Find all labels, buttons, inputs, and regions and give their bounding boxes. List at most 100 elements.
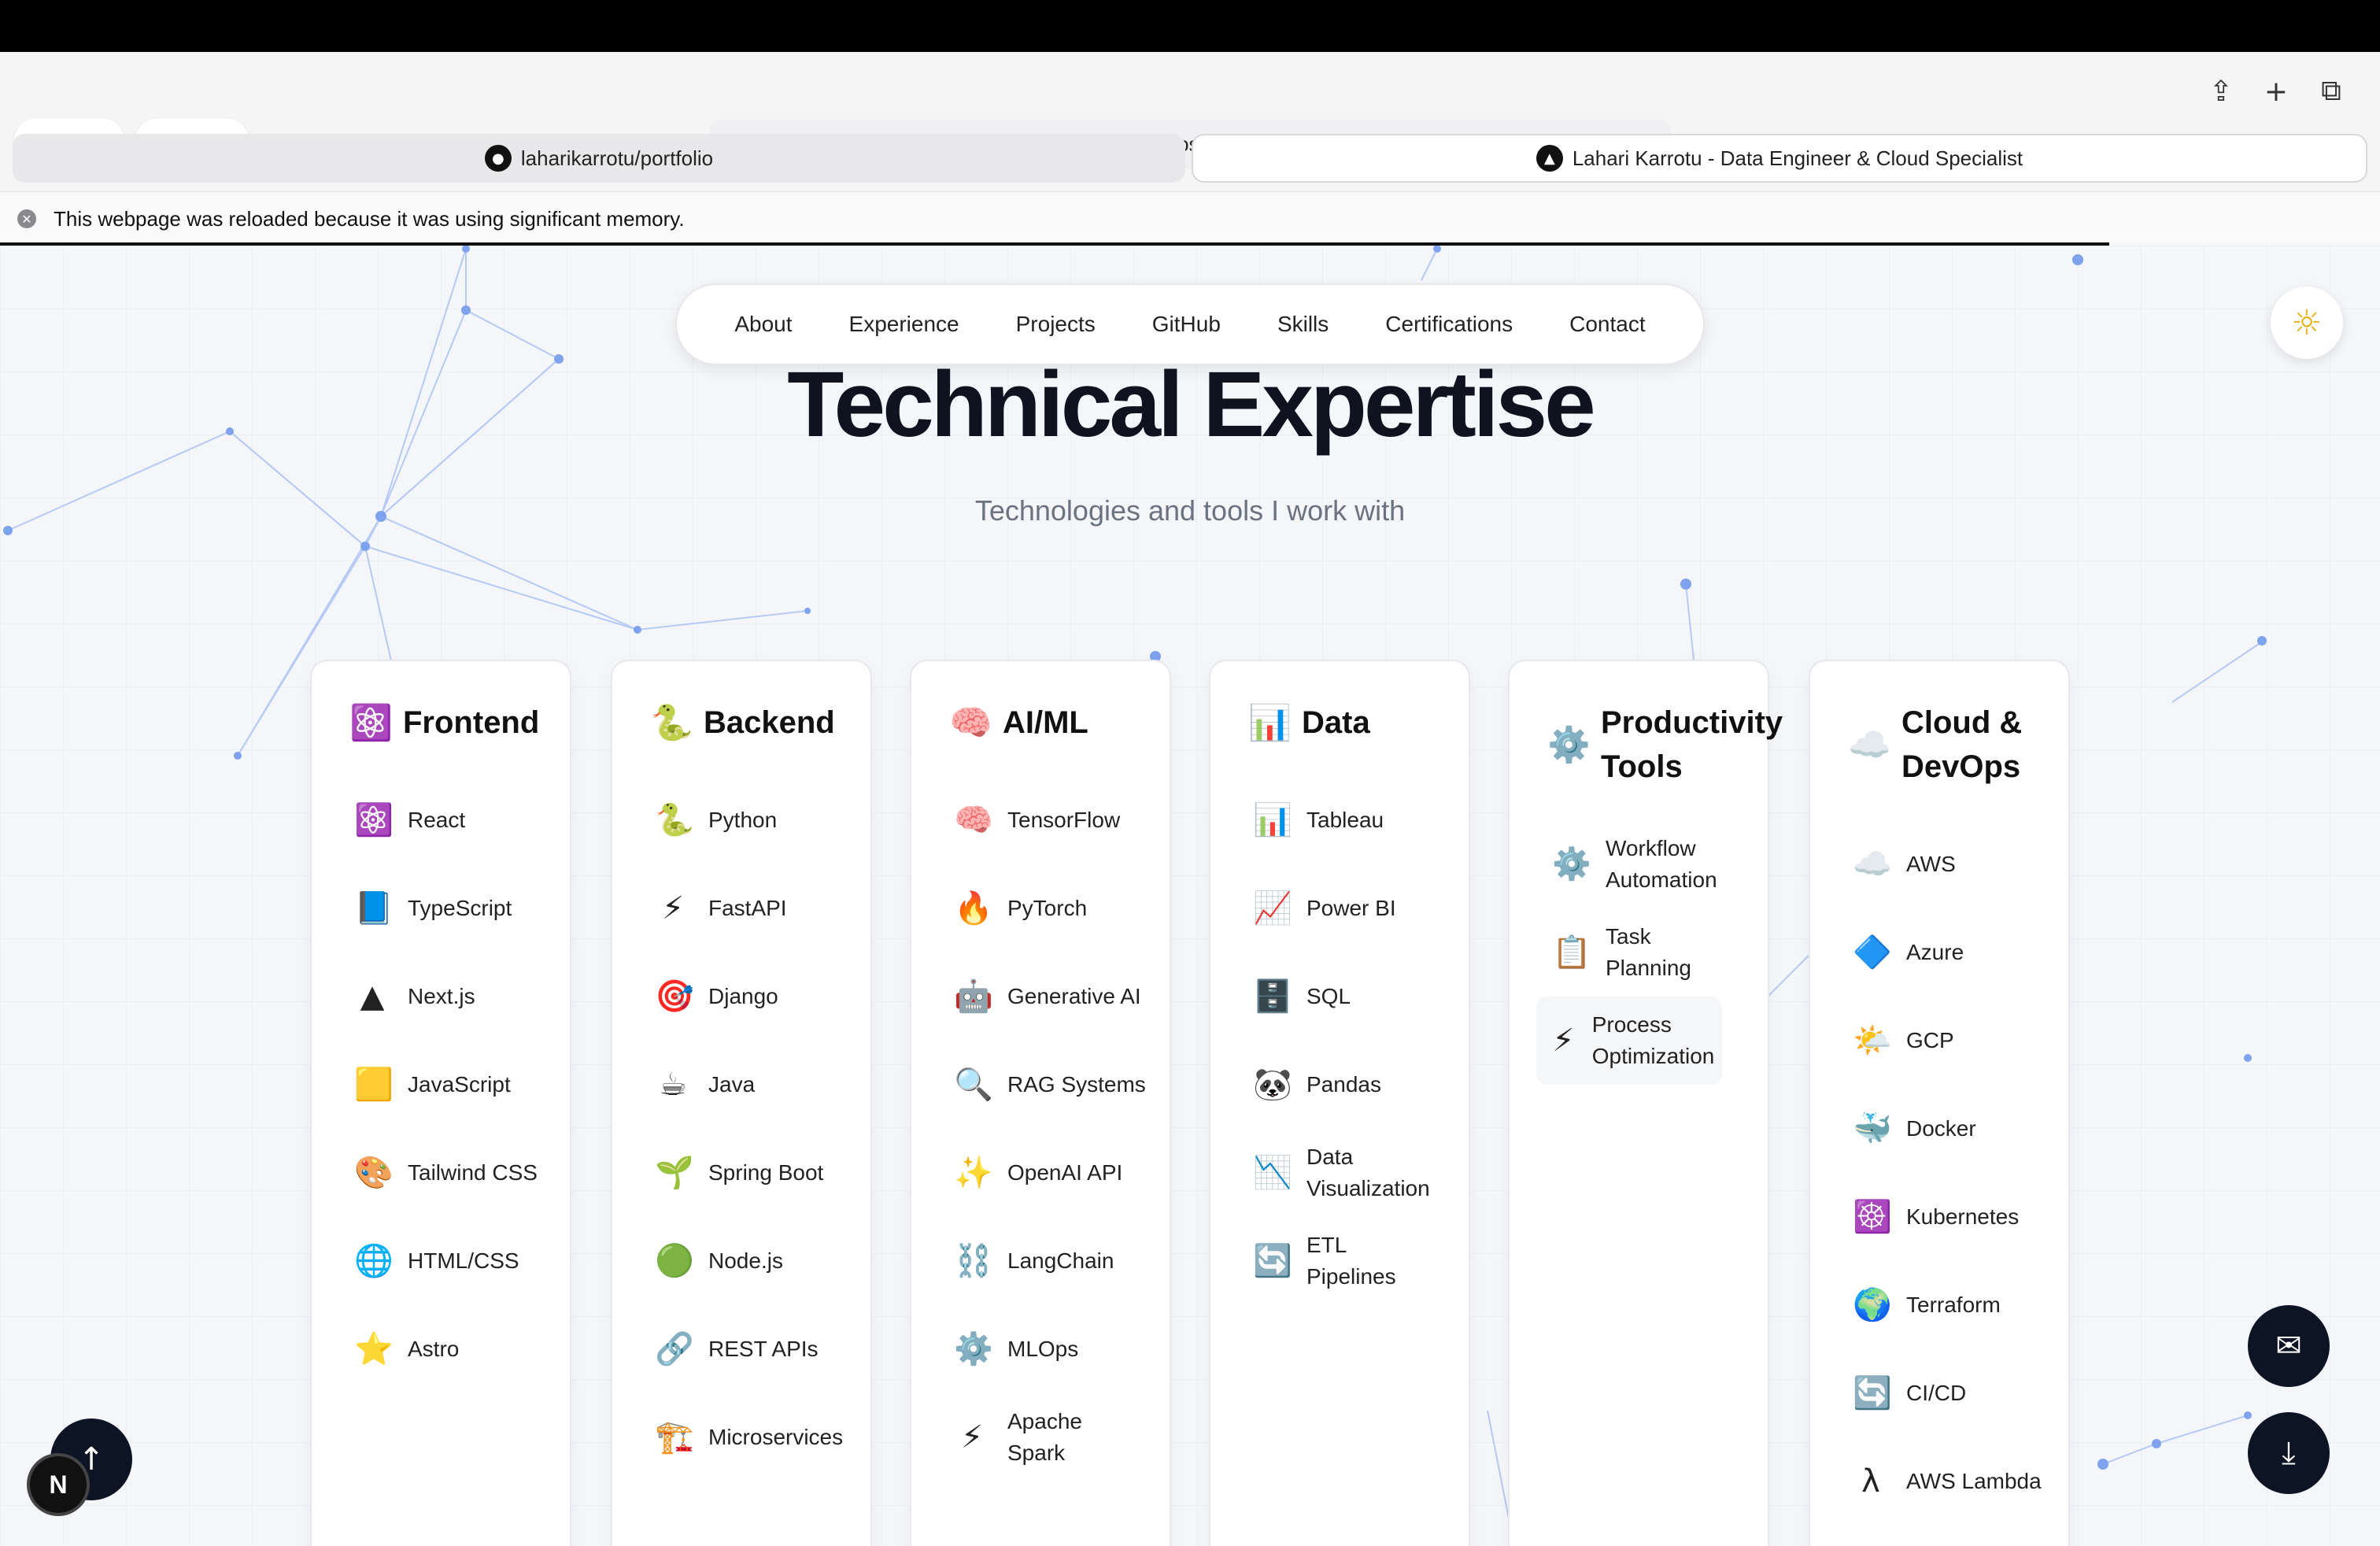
new-tab-icon[interactable]: + — [2251, 66, 2301, 117]
contact-mail-button[interactable]: ✉ — [2248, 1305, 2330, 1387]
skill-label: Docker — [1906, 1116, 1976, 1141]
skill-label: Data Visualization — [1306, 1145, 1430, 1200]
skill-item[interactable]: ☁️ AWS — [1853, 820, 2068, 908]
nav-link-about[interactable]: About — [734, 312, 792, 337]
skill-item[interactable]: 🌍 Terraform — [1853, 1261, 2068, 1349]
skill-icon: 🤖 — [954, 978, 993, 1015]
skill-item[interactable]: ⚙️ MLOps — [954, 1305, 1170, 1393]
skill-item[interactable]: 📊 Tableau — [1253, 776, 1469, 864]
category-icon: ☁️ — [1848, 725, 1891, 765]
skill-card: 📊 Data 📊 Tableau 📈 Power BI 🗄️ SQL 🐼 Pandas 📉 Data … — [1209, 660, 1470, 1546]
skill-label: Azure — [1906, 940, 1964, 964]
skill-item[interactable]: 📘 TypeScript — [354, 864, 570, 952]
nav-link-contact[interactable]: Contact — [1569, 312, 1646, 337]
skill-icon: 📊 — [1253, 802, 1292, 838]
skill-item[interactable]: 🔄 ETL Pipelines — [1253, 1217, 1469, 1305]
skill-item[interactable]: 🧠 TensorFlow — [954, 776, 1170, 864]
skill-item[interactable]: 🐳 Docker — [1853, 1085, 2068, 1173]
skill-item[interactable]: ⭐ Astro — [354, 1305, 570, 1393]
skill-icon: ☕ — [659, 1067, 687, 1103]
skill-item[interactable]: 🌐 HTML/CSS — [354, 1217, 570, 1305]
skill-label: TensorFlow — [1007, 808, 1121, 832]
skill-label: Django — [708, 984, 778, 1008]
skill-item[interactable]: 🟢 Node.js — [655, 1217, 870, 1305]
skill-item[interactable]: 🐍 Python — [655, 776, 870, 864]
close-icon[interactable]: ✕ — [17, 209, 36, 228]
skill-label: Workflow Automation — [1606, 836, 1717, 892]
skill-label: Tableau — [1306, 808, 1384, 832]
nav-link-certifications[interactable]: Certifications — [1385, 312, 1513, 337]
skill-icon: 🔄 — [1253, 1243, 1292, 1279]
skill-item[interactable]: 🎯 Django — [655, 952, 870, 1041]
dev-tools-badge[interactable]: N — [30, 1456, 87, 1513]
skill-item[interactable]: ✨ OpenAI API — [954, 1129, 1170, 1217]
skill-item[interactable]: 📉 Data Visualization — [1253, 1129, 1469, 1217]
skill-item[interactable]: 🔍 RAG Systems — [954, 1041, 1170, 1129]
skill-label: GCP — [1906, 1028, 1954, 1052]
skill-item[interactable]: 🗄️ SQL — [1253, 952, 1469, 1041]
notice-text: This webpage was reloaded because it was… — [54, 206, 685, 231]
skill-icon: ⚡ — [1552, 1023, 1575, 1059]
skill-label: React — [408, 808, 466, 832]
skill-item[interactable]: ⛓️ LangChain — [954, 1217, 1170, 1305]
skill-item[interactable]: ⚡ FastAPI — [655, 864, 870, 952]
skill-icon: 🐼 — [1253, 1067, 1292, 1103]
tab-portfolio[interactable]: ▲ Lahari Karrotu - Data Engineer & Cloud… — [1192, 134, 2367, 183]
section-title: Technical Expertise — [787, 353, 1596, 457]
download-resume-button[interactable]: ⤓ — [2248, 1412, 2330, 1494]
nav-link-github[interactable]: GitHub — [1152, 312, 1221, 337]
category-icon: ⚙️ — [1547, 725, 1591, 765]
skill-item[interactable]: ☸️ Kubernetes — [1853, 1173, 2068, 1261]
skill-icon: 🌍 — [1853, 1287, 1892, 1323]
skill-list: 🐍 Python ⚡ FastAPI 🎯 Django ☕ Java 🌱 Spring Boot 🟢… — [612, 745, 870, 1481]
skill-item[interactable]: ⚙️ Workflow Automation — [1552, 820, 1768, 908]
nav-link-projects[interactable]: Projects — [1016, 312, 1096, 337]
skill-item[interactable]: 🏗️ Microservices — [655, 1393, 870, 1481]
skill-item[interactable]: ▲ Next.js — [354, 952, 570, 1041]
tab-github-repo[interactable]: ● laharikarrotu/portfolio — [13, 134, 1185, 183]
skill-label: Tailwind CSS — [408, 1160, 538, 1185]
share-icon[interactable]: ⇪ — [2196, 66, 2246, 117]
nav-link-skills[interactable]: Skills — [1277, 312, 1329, 337]
skill-icon: ⚛️ — [354, 802, 394, 838]
skill-label: Apache Spark — [1007, 1409, 1082, 1465]
skill-label: Node.js — [708, 1248, 783, 1273]
skill-item[interactable]: 🌤️ GCP — [1853, 997, 2068, 1085]
skill-item[interactable]: 🔄 CI/CD — [1853, 1349, 2068, 1437]
skill-item[interactable]: 🔗 REST APIs — [655, 1305, 870, 1393]
skill-icon: 🌐 — [354, 1243, 394, 1279]
skill-icon: ☁️ — [1853, 846, 1892, 882]
category-title: Frontend — [403, 705, 540, 740]
skill-item[interactable]: 🤖 Generative AI — [954, 952, 1170, 1041]
skill-item[interactable]: 📋 Task Planning — [1552, 908, 1768, 997]
skill-item[interactable]: ⚡ Apache Spark — [954, 1393, 1170, 1481]
skill-label: Power BI — [1306, 896, 1396, 920]
skill-label: Process Optimization — [1591, 1012, 1715, 1068]
system-top-bar — [0, 0, 2380, 52]
skill-item[interactable]: 🔥 PyTorch — [954, 864, 1170, 952]
skill-item[interactable]: ☕ Java — [655, 1041, 870, 1129]
theme-toggle-button[interactable]: ☼ — [2271, 287, 2343, 359]
skill-card-header: ☁️ Cloud & DevOps — [1810, 661, 2068, 789]
category-icon: 📊 — [1248, 703, 1292, 743]
skill-item[interactable]: 🐼 Pandas — [1253, 1041, 1469, 1129]
github-icon: ● — [484, 145, 512, 172]
skill-item[interactable]: λ AWS Lambda — [1853, 1437, 2068, 1526]
skill-icon: ⚡ — [661, 890, 685, 926]
skill-item[interactable]: 🔷 Azure — [1853, 908, 2068, 997]
skill-icon: 🟨 — [354, 1067, 394, 1103]
skill-card: 🧠 AI/ML 🧠 TensorFlow 🔥 PyTorch 🤖 Generative AI 🔍… — [910, 660, 1171, 1546]
skill-icon: 🔷 — [1853, 934, 1892, 971]
skill-item[interactable]: 📈 Power BI — [1253, 864, 1469, 952]
skill-item[interactable]: ⚡ Process Optimization — [1536, 997, 1722, 1085]
skill-label: AWS — [1906, 852, 1956, 876]
nav-link-experience[interactable]: Experience — [849, 312, 959, 337]
skill-label: CI/CD — [1906, 1381, 1967, 1405]
skill-label: TypeScript — [408, 896, 512, 920]
skill-item[interactable]: ⚛️ React — [354, 776, 570, 864]
skill-item[interactable]: 🟨 JavaScript — [354, 1041, 570, 1129]
skill-item[interactable]: 🌱 Spring Boot — [655, 1129, 870, 1217]
skill-label: SQL — [1306, 984, 1351, 1008]
skill-item[interactable]: 🎨 Tailwind CSS — [354, 1129, 570, 1217]
tab-overview-icon[interactable]: ⧉ — [2306, 66, 2356, 117]
